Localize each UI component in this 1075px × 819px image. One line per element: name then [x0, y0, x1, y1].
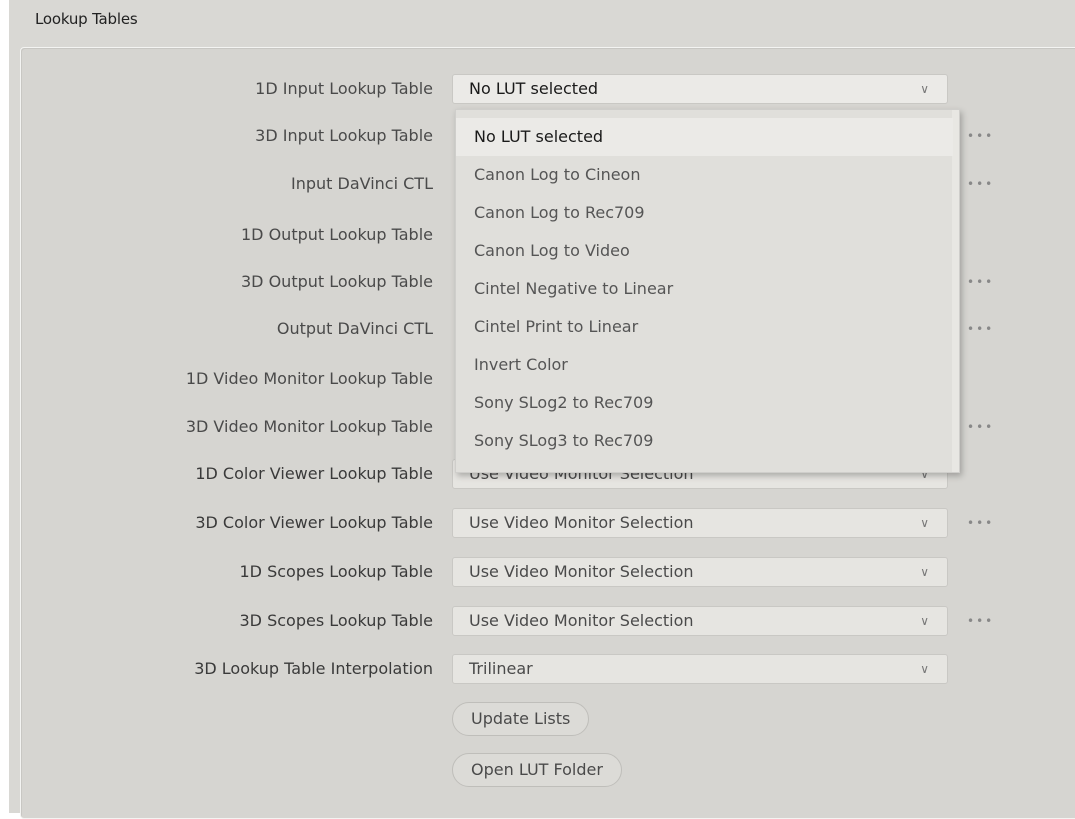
- open-lut-folder-button[interactable]: Open LUT Folder: [452, 753, 622, 787]
- section-title: Lookup Tables: [35, 10, 138, 28]
- row-label: 1D Output Lookup Table: [241, 225, 433, 244]
- row-label: 3D Color Viewer Lookup Table: [195, 513, 433, 532]
- dropdown-option[interactable]: Cintel Negative to Linear: [456, 270, 953, 308]
- more-dots-icon[interactable]: •••: [967, 319, 1003, 339]
- lut-select-value: Use Video Monitor Selection: [469, 513, 694, 532]
- more-dots-icon[interactable]: •••: [967, 611, 1003, 631]
- chevron-down-icon: ∨: [920, 565, 929, 579]
- more-dots-icon[interactable]: •••: [967, 513, 1003, 533]
- dropdown-option[interactable]: Canon Log to Video: [456, 232, 953, 270]
- dropdown-option[interactable]: Canon Log to Rec709: [456, 194, 953, 232]
- lut-select[interactable]: No LUT selected ∨: [452, 74, 948, 104]
- lut-select-value: No LUT selected: [469, 79, 599, 98]
- row-label: Input DaVinci CTL: [290, 174, 433, 193]
- row-label: 1D Video Monitor Lookup Table: [185, 369, 433, 388]
- dropdown-option[interactable]: Sony SLog3 to Rec709: [456, 422, 953, 460]
- row-label: 3D Output Lookup Table: [241, 272, 433, 291]
- more-dots-icon[interactable]: •••: [967, 126, 1003, 146]
- dropdown-option[interactable]: Sony SLog2 to Rec709: [456, 384, 953, 422]
- row-label: 3D Lookup Table Interpolation: [194, 659, 433, 678]
- dropdown-option[interactable]: Canon Log to Cineon: [456, 156, 953, 194]
- row-label: 1D Scopes Lookup Table: [239, 562, 434, 581]
- lut-select[interactable]: Use Video Monitor Selection ∨: [452, 606, 948, 636]
- chevron-down-icon: ∨: [920, 614, 929, 628]
- row-label: 3D Scopes Lookup Table: [239, 611, 434, 630]
- row-label: 1D Color Viewer Lookup Table: [195, 464, 433, 483]
- more-dots-icon[interactable]: •••: [967, 417, 1003, 437]
- chevron-down-icon: ∨: [920, 82, 929, 96]
- update-lists-button[interactable]: Update Lists: [452, 702, 590, 736]
- lut-select-value: Trilinear: [469, 659, 533, 678]
- lut-select-value: Use Video Monitor Selection: [469, 611, 694, 630]
- more-dots-icon[interactable]: •••: [967, 174, 1003, 194]
- more-dots-icon[interactable]: •••: [967, 272, 1003, 292]
- row-label: 3D Video Monitor Lookup Table: [185, 417, 433, 436]
- lut-select[interactable]: Use Video Monitor Selection ∨: [452, 557, 948, 587]
- row-label: 1D Input Lookup Table: [255, 79, 433, 98]
- dropdown-option[interactable]: Cintel Print to Linear: [456, 308, 953, 346]
- lut-select-value: Use Video Monitor Selection: [469, 562, 694, 581]
- chevron-down-icon: ∨: [920, 662, 929, 676]
- dropdown-option[interactable]: No LUT selected: [456, 118, 953, 156]
- lut-select[interactable]: Use Video Monitor Selection ∨: [452, 508, 948, 538]
- lut-select[interactable]: Trilinear ∨: [452, 654, 948, 684]
- row-label: Output DaVinci CTL: [276, 319, 433, 338]
- lut-dropdown-list[interactable]: No LUT selected Canon Log to Cineon Canon …: [455, 109, 960, 473]
- chevron-down-icon: ∨: [920, 516, 929, 530]
- row-label: 3D Input Lookup Table: [255, 126, 433, 145]
- dropdown-scrollbar[interactable]: [952, 110, 959, 472]
- dropdown-option[interactable]: Invert Color: [456, 346, 953, 384]
